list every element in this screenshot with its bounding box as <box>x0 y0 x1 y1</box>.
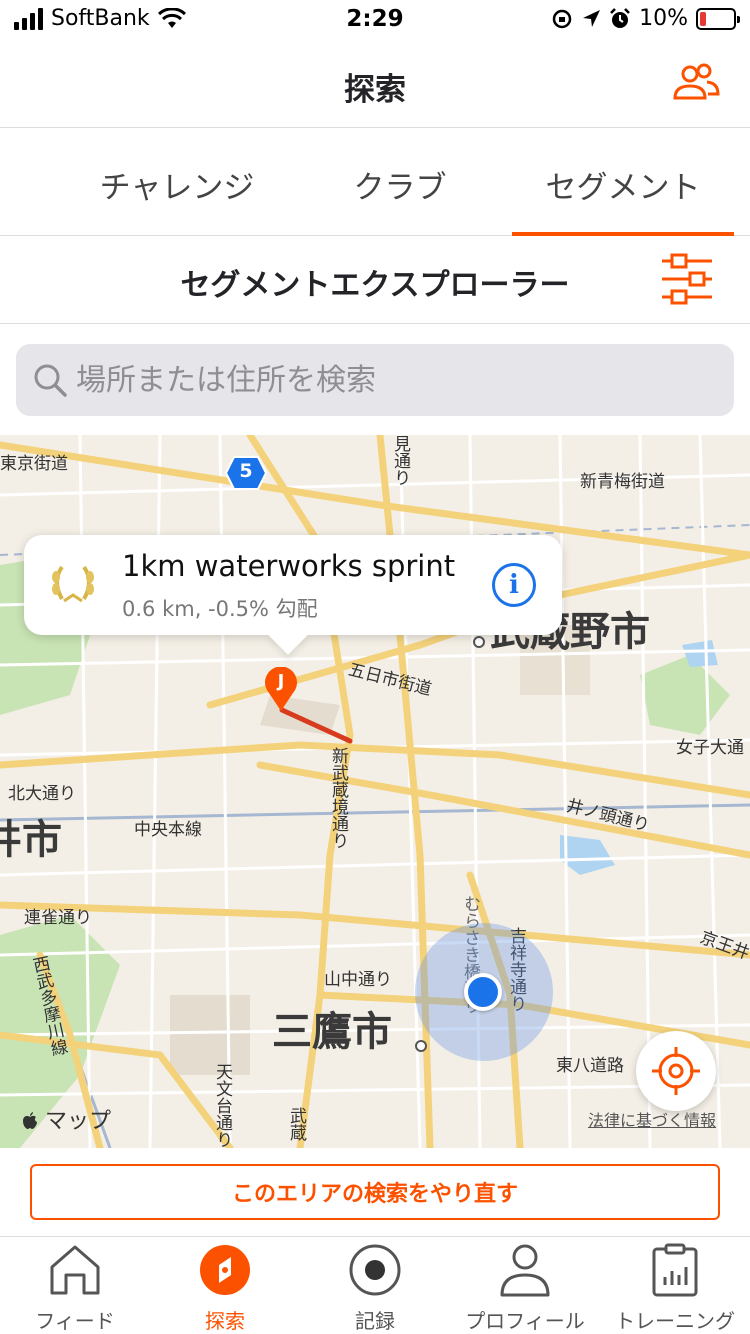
map-label-chuo: 中央本線 <box>134 820 202 840</box>
map-label-tokyo-kaido: 東京街道 <box>0 454 68 474</box>
segment-callout[interactable]: 1km waterworks sprint 0.6 km, -0.5% 勾配 i <box>24 535 562 635</box>
segment-name: 1km waterworks sprint <box>122 549 456 583</box>
search-icon <box>34 364 67 397</box>
route-5-shield: 5 <box>224 455 268 491</box>
tabbar-item-record[interactable]: 記録 <box>300 1237 450 1334</box>
map-view[interactable]: 5 東京街道 新青梅街道 見通り 武蔵野市 五日市街道 女子大通 新武蔵境通り … <box>0 435 750 1148</box>
locate-me-button[interactable] <box>636 1031 716 1111</box>
segment-explorer-header: セグメントエクスプローラー <box>0 236 750 324</box>
location-arrow-icon <box>583 9 601 27</box>
status-right: 10% <box>551 6 740 31</box>
tab-challenges[interactable]: チャレンジ <box>84 162 270 207</box>
bottom-tab-bar: フィード 探索 記録 プロフィール トレーニング <box>0 1236 750 1334</box>
map-label-mi: 見通り <box>390 435 410 486</box>
tabbar-item-training[interactable]: トレーニング <box>600 1237 750 1334</box>
tabbar-label-record: 記録 <box>355 1309 395 1333</box>
battery-icon <box>696 7 740 30</box>
city-center-marker <box>473 636 485 648</box>
map-label-joshi: 女子大通 <box>676 738 744 758</box>
route-5-label: 5 <box>239 460 253 482</box>
apple-logo-icon <box>23 1112 37 1129</box>
rotation-lock-icon <box>552 9 572 28</box>
alarm-icon <box>610 7 630 28</box>
home-icon <box>50 1245 100 1295</box>
record-icon <box>349 1244 401 1296</box>
segment-pin[interactable]: J <box>264 666 298 711</box>
city-center-marker <box>415 1040 427 1052</box>
search-bar <box>16 344 734 416</box>
map-label-renjaku: 連雀通り <box>24 908 92 928</box>
tab-clubs[interactable]: クラブ <box>322 162 478 207</box>
tabbar-item-feed[interactable]: フィード <box>0 1237 150 1334</box>
compass-icon <box>200 1245 250 1295</box>
laurel-icon <box>52 565 94 603</box>
current-location-dot <box>464 973 502 1011</box>
map-label-higashi-hachi: 東八道路 <box>556 1056 624 1076</box>
map-label-tenmon: 天文台通り <box>212 1063 232 1148</box>
search-input[interactable] <box>76 356 716 404</box>
map-label-mitaka: 三鷹市 <box>272 1009 392 1055</box>
map-label-shin-ome: 新青梅街道 <box>580 472 665 492</box>
map-label-yamanaka: 山中通り <box>324 970 392 990</box>
tabbar-label-training: トレーニング <box>615 1309 735 1333</box>
redo-search-button[interactable]: このエリアの検索をやり直す <box>30 1164 720 1220</box>
map-label-musashi: 武蔵 <box>286 1107 306 1141</box>
info-icon[interactable]: i <box>492 563 536 607</box>
crosshair-icon <box>652 1047 700 1095</box>
map-label-shi: 井市 <box>0 817 62 863</box>
explorer-title: セグメントエクスプローラー <box>180 268 570 303</box>
battery-percent: 10% <box>639 6 688 31</box>
tab-segments[interactable]: セグメント <box>512 162 734 207</box>
legal-link[interactable]: 法律に基づく情報 <box>588 1107 716 1131</box>
tabbar-label-feed: フィード <box>35 1309 115 1333</box>
tabbar-item-profile[interactable]: プロフィール <box>450 1237 600 1334</box>
page-title: 探索 <box>344 72 406 108</box>
tabbar-label-explore: 探索 <box>205 1309 245 1333</box>
tabbar-label-profile: プロフィール <box>465 1309 585 1333</box>
pin-label: J <box>277 671 285 692</box>
profile-icon <box>500 1244 550 1297</box>
top-tabs: チャレンジ クラブ セグメント <box>0 128 750 236</box>
nav-header: 探索 <box>0 40 750 128</box>
status-bar: SoftBank 2:29 10% <box>0 0 750 40</box>
apple-maps-label: マップ <box>45 1109 112 1134</box>
tabbar-item-explore[interactable]: 探索 <box>150 1237 300 1334</box>
training-chart-icon <box>652 1243 698 1297</box>
segment-stats: 0.6 km, -0.5% 勾配 <box>122 597 318 621</box>
map-label-kitaoh: 北大通り <box>8 784 76 804</box>
map-label-shin-musashi: 新武蔵境通り <box>328 747 348 849</box>
filter-icon[interactable] <box>662 252 712 306</box>
apple-maps-attribution: マップ <box>22 1103 111 1135</box>
friends-icon[interactable] <box>672 62 720 102</box>
